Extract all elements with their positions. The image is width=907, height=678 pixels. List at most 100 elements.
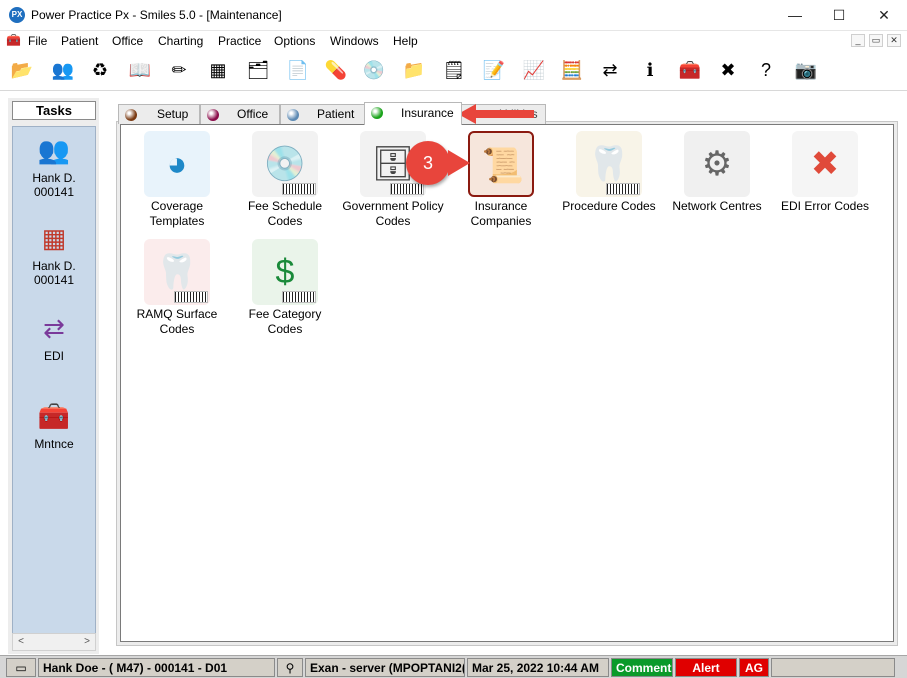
- report-chart-icon: 📈: [522, 60, 546, 80]
- tab-setup[interactable]: Setup: [118, 104, 200, 124]
- calculator-icon: 🧮: [560, 60, 584, 80]
- status-window-icon: ▭: [6, 658, 36, 677]
- appointment-icon: 🗂: [246, 60, 270, 80]
- cancel-icon-button[interactable]: ✖: [712, 54, 744, 87]
- folders-icon-button[interactable]: 📁: [398, 54, 430, 87]
- tab-office[interactable]: Office: [200, 104, 280, 124]
- menu-office[interactable]: Office: [112, 34, 143, 48]
- coverage-templates-item[interactable]: ◕ Coverage Templates: [122, 131, 232, 229]
- tasks-list: 👥 Hank D. 000141 ▦ Hank D. 000141 ⇄ EDI …: [12, 126, 96, 639]
- patient-ball-icon: [287, 109, 299, 121]
- comment-badge[interactable]: Comment: [611, 658, 673, 677]
- mdi-restore-button[interactable]: ▭: [869, 34, 883, 47]
- close-button[interactable]: ✕: [861, 0, 907, 31]
- toolbar: 📂 👥 ♻ 📖 ✏ ▦ 🗂 📄 💊 💿 📁 🗒 📝 📈 🧮 ⇄ ℹ 🧰 ✖? 📷: [0, 51, 907, 91]
- menu-windows[interactable]: Windows: [330, 34, 379, 48]
- ramq-surface-codes-item[interactable]: 🦷 RAMQ Surface Codes: [122, 239, 232, 337]
- task-item-label: Mntnce: [34, 437, 74, 451]
- edi-icon-button[interactable]: ⇄: [594, 54, 626, 87]
- book-icon-button[interactable]: 📖: [124, 54, 156, 87]
- image-icon: 💿: [362, 60, 386, 80]
- tab-insurance[interactable]: Insurance: [364, 102, 462, 125]
- procedure-codes-item[interactable]: 🦷 Procedure Codes: [554, 131, 664, 214]
- setup-ball-icon: [125, 109, 137, 121]
- scroll-right-icon[interactable]: >: [79, 634, 95, 650]
- network-centres-item[interactable]: ⚙ Network Centres: [662, 131, 772, 214]
- folders-icon: 📁: [402, 60, 426, 80]
- tab-patient[interactable]: Patient: [280, 104, 366, 124]
- notepad-icon-button[interactable]: 🗒: [438, 54, 470, 87]
- item-sublabel: Codes: [267, 214, 303, 228]
- menu-options[interactable]: Options: [274, 34, 315, 48]
- status-empty-cell: [771, 658, 895, 677]
- status-patient: Hank Doe - ( M47) - 000141 - D01: [38, 658, 275, 677]
- task-item-sublabel: 000141: [33, 273, 75, 287]
- document-icon-button[interactable]: 📄: [282, 54, 314, 87]
- book-icon: 📖: [128, 60, 152, 80]
- scroll-left-icon[interactable]: <: [13, 634, 29, 650]
- menu-practice[interactable]: Practice: [218, 34, 261, 48]
- menu-bar: 🧰 File Patient Office Charting Practice …: [0, 31, 907, 51]
- edi-icon: ⇄: [43, 313, 65, 343]
- app-logo-icon: PX: [9, 7, 25, 23]
- item-label: Coverage: [150, 199, 204, 213]
- ag-badge[interactable]: AG: [739, 658, 769, 677]
- patients-icon: 👥: [51, 60, 75, 80]
- help-icon-button[interactable]: ?: [750, 54, 782, 87]
- insurance-ball-icon: [371, 107, 383, 119]
- coverage-templates-icon: ◕: [144, 131, 210, 197]
- task-item-maintenance[interactable]: 🧰 Mntnce: [13, 395, 95, 451]
- open-folder-icon-button[interactable]: 📂: [6, 54, 38, 87]
- insurance-certificate-icon: 📜: [468, 131, 534, 197]
- task-item-edi[interactable]: ⇄ EDI: [13, 307, 95, 363]
- patients-icon-button[interactable]: 👥: [47, 54, 79, 87]
- tasks-scrollbar[interactable]: < >: [12, 633, 96, 651]
- item-label: Government Policy: [342, 199, 444, 213]
- camera-icon-button[interactable]: 📷: [790, 54, 822, 87]
- fee-schedule-codes-item[interactable]: 💿 Fee Schedule Codes: [230, 131, 340, 229]
- medical-icon-button[interactable]: 💊: [320, 54, 352, 87]
- menu-patient[interactable]: Patient: [61, 34, 98, 48]
- mdi-minimize-button[interactable]: _: [851, 34, 865, 47]
- recall-icon-button[interactable]: ♻: [84, 54, 116, 87]
- report-chart-icon-button[interactable]: 📈: [518, 54, 550, 87]
- item-sublabel: Codes: [159, 322, 195, 336]
- notes-icon-button[interactable]: 📝: [478, 54, 510, 87]
- help-icon: ?: [760, 60, 771, 80]
- maintenance-box-icon: 🧰: [678, 60, 702, 80]
- alert-badge[interactable]: Alert: [675, 658, 737, 677]
- fee-schedule-disc-icon: 💿: [252, 131, 318, 197]
- notes-icon: 📝: [482, 60, 506, 80]
- chart-icon-button[interactable]: ▦: [202, 54, 234, 87]
- minimize-button[interactable]: —: [772, 0, 818, 31]
- maintenance-menu-icon[interactable]: 🧰: [6, 33, 21, 47]
- mdi-close-button[interactable]: ✕: [887, 34, 901, 47]
- maximize-button[interactable]: ☐: [816, 0, 862, 31]
- status-datetime: Mar 25, 2022 10:44 AM: [467, 658, 609, 677]
- task-item-chart[interactable]: ▦ Hank D. 000141: [13, 217, 95, 287]
- fee-category-codes-item[interactable]: $ Fee Category Codes: [230, 239, 340, 337]
- image-icon-button[interactable]: 💿: [358, 54, 390, 87]
- info-icon-button[interactable]: ℹ: [634, 54, 666, 87]
- medical-icon: 💊: [324, 60, 348, 80]
- office-ball-icon: [207, 109, 219, 121]
- menu-file[interactable]: File: [28, 34, 47, 48]
- info-icon: ℹ: [646, 60, 654, 80]
- task-item-patient[interactable]: 👥 Hank D. 000141: [13, 129, 95, 199]
- tab-label: Insurance: [401, 106, 454, 120]
- appointment-icon-button[interactable]: 🗂: [242, 54, 274, 87]
- step-number-badge: 3: [406, 141, 450, 185]
- calculator-icon-button[interactable]: 🧮: [556, 54, 588, 87]
- maintenance-box-icon-button[interactable]: 🧰: [674, 54, 706, 87]
- exan-icon: ⚲: [277, 658, 303, 677]
- item-sublabel: Templates: [149, 214, 205, 228]
- menu-help[interactable]: Help: [393, 34, 418, 48]
- edi-error-codes-item[interactable]: ✖ EDI Error Codes: [770, 131, 880, 214]
- menu-charting[interactable]: Charting: [158, 34, 203, 48]
- recall-icon: ♻: [91, 60, 109, 80]
- task-item-sublabel: 000141: [33, 185, 75, 199]
- item-sublabel: Companies: [470, 214, 532, 228]
- insurance-companies-item[interactable]: 📜 Insurance Companies: [446, 131, 556, 229]
- pencil-chart-icon-button[interactable]: ✏: [163, 54, 195, 87]
- status-server: Exan - server (MPOPTANI2(: [305, 658, 465, 677]
